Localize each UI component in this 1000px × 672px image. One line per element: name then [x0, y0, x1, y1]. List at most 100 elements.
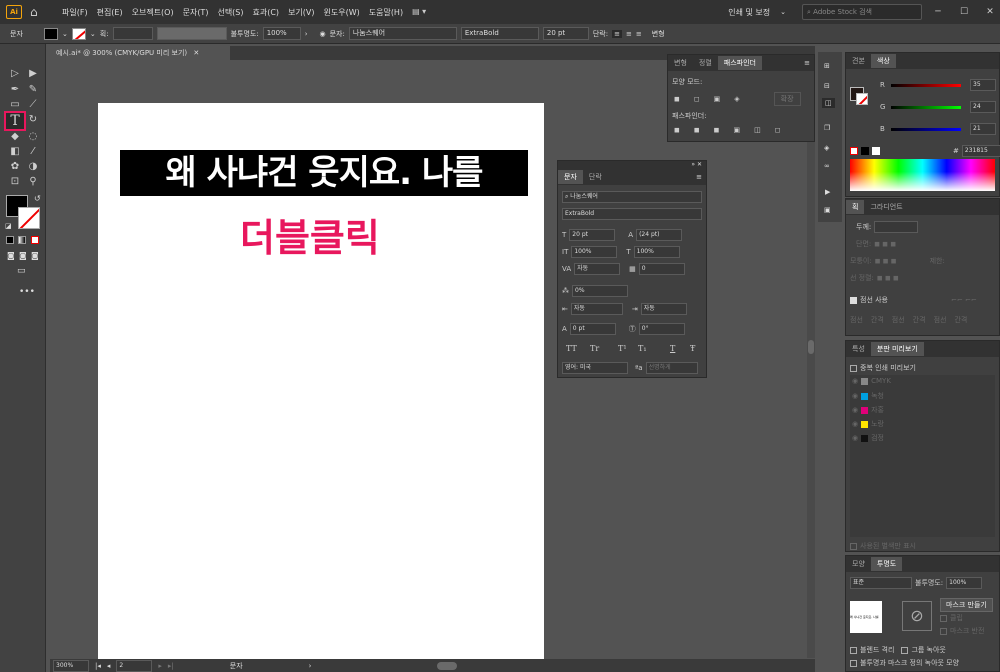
- tab-separations[interactable]: 분판 미리보기: [870, 342, 924, 356]
- close-button[interactable]: ✕: [980, 7, 1000, 17]
- small-caps-button[interactable]: Tr: [590, 344, 618, 353]
- document-info-icon[interactable]: ▣: [824, 206, 831, 214]
- draw-behind-icon[interactable]: ◙: [19, 251, 27, 260]
- tab-color[interactable]: 색상: [870, 54, 896, 68]
- none-swatch[interactable]: [850, 147, 858, 155]
- menu-effect[interactable]: 효과(C): [253, 7, 280, 18]
- zoom-field[interactable]: 300%: [53, 659, 89, 672]
- maximize-button[interactable]: ☐: [954, 7, 974, 17]
- gap-1[interactable]: 간격: [871, 315, 884, 325]
- align-left-icon[interactable]: ≡: [612, 29, 622, 38]
- default-colors-icon[interactable]: ◪: [5, 222, 12, 230]
- artboard-tool-icon[interactable]: ⊡: [9, 176, 21, 188]
- antialias-field[interactable]: 선명하게: [645, 362, 698, 374]
- paintbrush-tool-icon[interactable]: ⟋: [27, 99, 39, 111]
- white-swatch[interactable]: [872, 147, 880, 155]
- blend-tool-icon[interactable]: ◑: [27, 161, 39, 173]
- direct-selection-tool-icon[interactable]: ▶: [27, 68, 39, 80]
- superscript-button[interactable]: T¹: [618, 344, 638, 353]
- no-mask-icon[interactable]: ⊘: [902, 601, 932, 631]
- document-tab[interactable]: 예시.ai* @ 300% (CMYK/GPU 미리 보기) ✕: [50, 46, 230, 61]
- r-field[interactable]: 35: [970, 79, 996, 91]
- minus-front-icon[interactable]: ◻: [694, 95, 700, 103]
- transform-label[interactable]: 변형: [652, 29, 665, 39]
- draw-inside-icon[interactable]: ◙: [31, 251, 39, 260]
- align-panel-icon[interactable]: ⊟: [824, 82, 830, 90]
- all-caps-button[interactable]: TT: [566, 344, 590, 353]
- arrange-docs-icon[interactable]: ▤ ▾: [412, 7, 426, 18]
- selection-tool-icon[interactable]: ▷: [9, 68, 21, 80]
- b-slider[interactable]: [891, 127, 961, 131]
- weight-field[interactable]: [874, 221, 919, 233]
- rotation-field[interactable]: 0°: [638, 323, 685, 335]
- minimize-button[interactable]: ─: [928, 7, 948, 17]
- exclude-icon[interactable]: ◈: [734, 95, 739, 103]
- unite-icon[interactable]: ◼: [674, 95, 680, 103]
- hex-field[interactable]: 231815: [961, 145, 1000, 157]
- eye-icon[interactable]: ◉: [852, 434, 858, 442]
- workspace-switcher[interactable]: 인쇄 및 보정: [728, 7, 770, 18]
- tab-align[interactable]: 정렬: [693, 56, 718, 70]
- outline-icon[interactable]: ◫: [754, 126, 761, 134]
- chevron-right-icon[interactable]: ›: [305, 30, 308, 38]
- kerning-field[interactable]: 자동: [574, 263, 621, 275]
- menu-view[interactable]: 보기(V): [288, 7, 314, 18]
- black-swatch[interactable]: [861, 147, 869, 155]
- font-style-field[interactable]: ExtraBold: [562, 208, 702, 220]
- layers-panel-icon[interactable]: ◈: [824, 144, 829, 152]
- menu-window[interactable]: 윈도우(W): [324, 7, 360, 18]
- swap-colors-icon[interactable]: ↺: [34, 194, 41, 203]
- tab-gradient[interactable]: 그라디언트: [864, 200, 908, 214]
- tab-swatches[interactable]: 견본: [846, 54, 871, 68]
- close-tab-icon[interactable]: ✕: [193, 49, 199, 57]
- home-icon[interactable]: ⌂: [30, 5, 44, 19]
- used-spot-checkbox[interactable]: [850, 542, 857, 550]
- type-tool-icon[interactable]: T: [4, 111, 26, 131]
- knockout-checkbox[interactable]: [901, 646, 909, 654]
- tab-transform[interactable]: 변형: [668, 56, 693, 70]
- opacity-field[interactable]: 100%: [262, 27, 301, 40]
- warp-tool-icon[interactable]: ◌: [27, 131, 39, 143]
- menu-select[interactable]: 선택(S): [217, 7, 243, 18]
- make-mask-button[interactable]: 마스크 만들기: [940, 598, 993, 612]
- stroke-swatch[interactable]: [71, 27, 86, 40]
- aki-left-field[interactable]: 자동: [570, 303, 623, 315]
- tracking-field[interactable]: 0: [638, 263, 685, 275]
- draw-normal-icon[interactable]: ◙: [7, 251, 15, 260]
- font-size-field[interactable]: 20 pt: [569, 229, 616, 241]
- color-stroke-swatch[interactable]: [856, 93, 868, 105]
- g-slider[interactable]: [891, 105, 961, 109]
- blend-mode-field[interactable]: 표준: [850, 577, 912, 589]
- free-transform-tool-icon[interactable]: ◧: [9, 146, 21, 158]
- tab-stroke[interactable]: 획: [846, 200, 865, 214]
- menu-file[interactable]: 파일(F): [62, 7, 88, 18]
- mask-thumbnail[interactable]: 왜 사냐건 웃지요. 나를: [850, 601, 882, 633]
- cap-icons[interactable]: ◼ ◼ ◼: [874, 240, 896, 248]
- variable-width-field[interactable]: [156, 27, 227, 40]
- menu-help[interactable]: 도움말(H): [369, 7, 403, 18]
- eye-icon[interactable]: ◉: [852, 377, 858, 385]
- align-right-icon[interactable]: ≡: [636, 30, 642, 38]
- pen-tool-icon[interactable]: ✒: [9, 84, 21, 96]
- expand-button[interactable]: 확장: [773, 92, 801, 106]
- color-mode-icon[interactable]: [6, 236, 14, 244]
- chevron-down-icon[interactable]: ⌄: [780, 8, 786, 16]
- symbol-sprayer-tool-icon[interactable]: ✿: [9, 161, 21, 173]
- eraser-tool-icon[interactable]: ◆: [9, 131, 21, 143]
- tab-transparency[interactable]: 투명도: [870, 557, 903, 571]
- page-field[interactable]: 2: [116, 659, 153, 672]
- gradient-mode-icon[interactable]: [18, 236, 26, 244]
- crop-icon[interactable]: ▣: [733, 126, 740, 134]
- none-mode-icon[interactable]: [31, 236, 39, 244]
- actions-panel-icon[interactable]: ▶: [825, 188, 830, 196]
- first-page-icon[interactable]: |◂: [95, 662, 101, 670]
- overprint-checkbox[interactable]: [850, 364, 857, 372]
- transform-panel-icon[interactable]: ⊞: [824, 62, 830, 70]
- last-page-icon[interactable]: ▸|: [168, 662, 174, 670]
- strikethrough-button[interactable]: Ŧ: [690, 344, 706, 353]
- vertical-scrollbar[interactable]: [807, 62, 815, 658]
- underline-button[interactable]: T: [670, 344, 690, 353]
- fill-dropdown[interactable]: ⌄: [62, 30, 68, 38]
- tab-attributes[interactable]: 특성: [846, 342, 871, 356]
- dash-2[interactable]: 점선: [892, 315, 905, 325]
